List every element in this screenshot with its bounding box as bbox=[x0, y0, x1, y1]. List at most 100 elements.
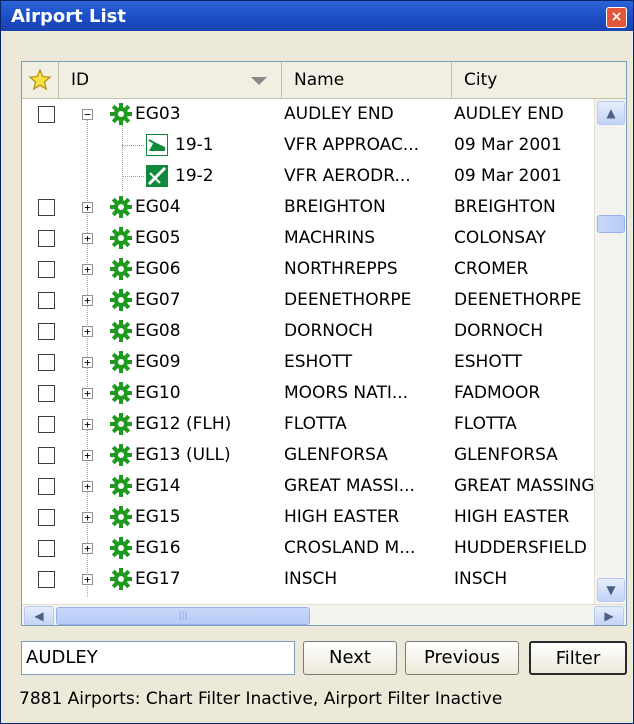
airport-name: CROSLAND M... bbox=[284, 538, 416, 558]
airport-id: EG04 bbox=[135, 197, 181, 217]
airport-row[interactable]: + EG10 MOORS NATI... FADMOOR bbox=[22, 378, 594, 409]
scroll-right-button[interactable]: ▶ bbox=[594, 606, 624, 625]
airport-row[interactable]: + EG13 (ULL) GLENFORSA GLENFORSA bbox=[22, 440, 594, 471]
close-button[interactable]: × bbox=[606, 7, 627, 28]
favorite-checkbox[interactable] bbox=[38, 230, 55, 247]
favorite-checkbox[interactable] bbox=[38, 354, 55, 371]
chart-row[interactable]: 19-2 VFR AERODR... 09 Mar 2001 bbox=[22, 161, 594, 192]
airport-icon bbox=[110, 444, 132, 466]
airport-id: EG08 bbox=[135, 321, 181, 341]
favorite-checkbox[interactable] bbox=[38, 106, 55, 123]
airport-city: BREIGHTON bbox=[454, 197, 556, 217]
scroll-left-button[interactable]: ◀ bbox=[24, 606, 54, 625]
airport-row[interactable]: + EG08 DORNOCH DORNOCH bbox=[22, 316, 594, 347]
airport-row[interactable]: + EG07 DEENETHORPE DEENETHORPE bbox=[22, 285, 594, 316]
airport-id: EG05 bbox=[135, 228, 181, 248]
window-title: Airport List bbox=[11, 6, 126, 27]
expand-toggle-icon[interactable]: + bbox=[82, 481, 93, 492]
airport-row[interactable]: + EG04 BREIGHTON BREIGHTON bbox=[22, 192, 594, 223]
favorite-checkbox[interactable] bbox=[38, 292, 55, 309]
airport-id: EG10 bbox=[135, 383, 181, 403]
airport-icon bbox=[110, 320, 132, 342]
favorite-checkbox[interactable] bbox=[38, 261, 55, 278]
airport-icon bbox=[110, 289, 132, 311]
chart-row[interactable]: 19-1 VFR APPROAC... 09 Mar 2001 bbox=[22, 130, 594, 161]
expand-toggle-icon[interactable]: + bbox=[82, 233, 93, 244]
expand-toggle-icon[interactable]: + bbox=[82, 202, 93, 213]
airport-id: EG09 bbox=[135, 352, 181, 372]
vertical-scrollbar[interactable]: ▲ ▼ bbox=[594, 99, 626, 604]
airport-row[interactable]: + EG14 GREAT MASSI... GREAT MASSING bbox=[22, 471, 595, 502]
filter-button[interactable]: Filter bbox=[529, 641, 627, 675]
airport-city: DORNOCH bbox=[454, 321, 544, 341]
chart-date: 09 Mar 2001 bbox=[454, 166, 562, 186]
favorite-checkbox[interactable] bbox=[38, 478, 55, 495]
favorite-checkbox[interactable] bbox=[38, 199, 55, 216]
airport-icon bbox=[110, 103, 132, 125]
airport-icon bbox=[110, 382, 132, 404]
scroll-down-button[interactable]: ▼ bbox=[597, 578, 625, 602]
name-column-header[interactable]: Name bbox=[282, 62, 452, 98]
airport-name: MOORS NATI... bbox=[284, 383, 409, 403]
vertical-scroll-thumb[interactable] bbox=[597, 215, 625, 233]
city-header-label: City bbox=[464, 70, 498, 90]
expand-toggle-icon[interactable]: + bbox=[82, 264, 93, 275]
airport-icon bbox=[110, 475, 132, 497]
id-column-header[interactable]: ID bbox=[59, 62, 282, 98]
horizontal-scroll-thumb[interactable]: ||| bbox=[56, 607, 310, 625]
favorite-checkbox[interactable] bbox=[38, 385, 55, 402]
expand-toggle-icon[interactable]: + bbox=[82, 357, 93, 368]
airport-grid: ID Name City − EG03 AUDLEY END AUDLEY EN… bbox=[21, 61, 627, 626]
horizontal-scrollbar[interactable]: ◀ ||| ▶ bbox=[22, 604, 626, 625]
chart-id: 19-2 bbox=[175, 166, 214, 186]
scroll-up-button[interactable]: ▲ bbox=[597, 101, 625, 125]
airport-icon bbox=[110, 351, 132, 373]
favorite-checkbox[interactable] bbox=[38, 323, 55, 340]
airport-row[interactable]: + EG12 (FLH) FLOTTA FLOTTA bbox=[22, 409, 594, 440]
airport-row[interactable]: + EG15 HIGH EASTER HIGH EASTER bbox=[22, 502, 594, 533]
expand-toggle-icon[interactable]: + bbox=[82, 388, 93, 399]
airport-city: FADMOOR bbox=[454, 383, 541, 403]
airport-row[interactable]: + EG05 MACHRINS COLONSAY bbox=[22, 223, 594, 254]
expand-toggle-icon[interactable]: + bbox=[82, 543, 93, 554]
favorite-checkbox[interactable] bbox=[38, 509, 55, 526]
expand-toggle-icon[interactable]: + bbox=[82, 295, 93, 306]
airport-row[interactable]: + EG16 CROSLAND M... HUDDERSFIELD bbox=[22, 533, 594, 564]
airport-id: EG15 bbox=[135, 507, 181, 527]
sort-descending-icon bbox=[251, 77, 267, 85]
airport-id: EG17 bbox=[135, 569, 181, 589]
expand-toggle-icon[interactable]: + bbox=[82, 326, 93, 337]
expand-toggle-icon[interactable]: + bbox=[82, 512, 93, 523]
airport-row[interactable]: − EG03 AUDLEY END AUDLEY END bbox=[22, 99, 594, 130]
airport-row-partial[interactable]: + EG17 INSCH INSCH bbox=[22, 564, 594, 604]
city-column-header[interactable]: City bbox=[452, 62, 626, 98]
chart-name: VFR APPROAC... bbox=[284, 135, 420, 155]
airport-name: FLOTTA bbox=[284, 414, 347, 434]
favorite-checkbox[interactable] bbox=[38, 571, 55, 588]
airport-row[interactable]: + EG06 NORTHREPPS CROMER bbox=[22, 254, 594, 285]
airport-city: INSCH bbox=[454, 569, 508, 589]
collapse-toggle-icon[interactable]: − bbox=[82, 109, 93, 120]
column-header-row: ID Name City bbox=[22, 62, 626, 99]
airport-city: HIGH EASTER bbox=[454, 507, 570, 527]
airport-city: CROMER bbox=[454, 259, 529, 279]
previous-button[interactable]: Previous bbox=[405, 641, 519, 675]
airport-city: FLOTTA bbox=[454, 414, 517, 434]
airport-row[interactable]: + EG09 ESHOTT ESHOTT bbox=[22, 347, 594, 378]
airport-name: ESHOTT bbox=[284, 352, 353, 372]
airport-city: DEENETHORPE bbox=[454, 290, 582, 310]
favorite-checkbox[interactable] bbox=[38, 416, 55, 433]
title-bar[interactable]: Airport List × bbox=[1, 1, 633, 31]
expand-toggle-icon[interactable]: + bbox=[82, 419, 93, 430]
search-input[interactable]: AUDLEY bbox=[21, 641, 295, 675]
next-button[interactable]: Next bbox=[303, 641, 397, 675]
expand-toggle-icon[interactable]: + bbox=[82, 574, 93, 585]
favorite-checkbox[interactable] bbox=[38, 447, 55, 464]
airport-city: GLENFORSA bbox=[454, 445, 558, 465]
airport-id: EG03 bbox=[135, 104, 181, 124]
airport-city: HUDDERSFIELD bbox=[454, 538, 587, 558]
airport-city: GREAT MASSING bbox=[454, 476, 595, 496]
expand-toggle-icon[interactable]: + bbox=[82, 450, 93, 461]
favorite-checkbox[interactable] bbox=[38, 540, 55, 557]
favorites-column-header[interactable] bbox=[22, 62, 59, 98]
